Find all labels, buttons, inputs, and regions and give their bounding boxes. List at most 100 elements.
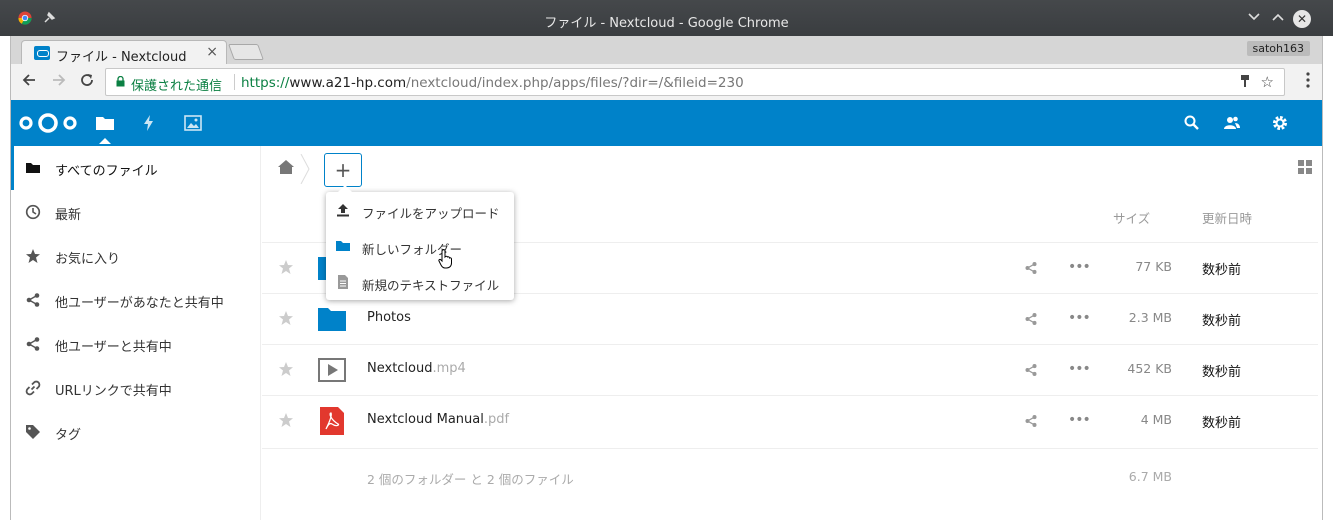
link-icon xyxy=(25,380,41,396)
file-size: 77 KB xyxy=(1135,259,1172,274)
grid-view-icon[interactable] xyxy=(1298,160,1312,174)
sidebar-item-shared-by-link[interactable]: URLリンクで共有中 xyxy=(11,366,261,410)
table-row[interactable]: Nextcloud Manual.pdf ••• 4 MB 数秒前 xyxy=(262,395,1318,446)
more-vertical-icon xyxy=(1306,72,1310,88)
url-path: /nextcloud/index.php/apps/files/?dir=/&f… xyxy=(406,75,744,91)
breadcrumb-separator xyxy=(300,154,310,184)
summary-total-size: 6.7 MB xyxy=(1128,469,1172,484)
file-size: 2.3 MB xyxy=(1128,310,1172,325)
sidebar-item-recent[interactable]: 最新 xyxy=(11,190,261,234)
address-bar[interactable]: 保護された通信 https://www.a21-hp.com/nextcloud… xyxy=(105,68,1285,96)
arrow-left-icon xyxy=(22,74,35,86)
files-main: + サイズ 更新日時 ••• 77 KB 数秒前 Photos ••• 2.3 … xyxy=(262,146,1322,520)
bookmark-star-icon[interactable]: ☆ xyxy=(1261,73,1274,91)
app-navigation: すべてのファイル 最新 お気に入り 他ユーザーがあなたと共有中 他ユーザーと共有… xyxy=(11,146,261,520)
share-icon[interactable] xyxy=(1024,414,1038,428)
browser-menu-button[interactable] xyxy=(1306,72,1310,92)
file-size: 4 MB xyxy=(1140,412,1172,427)
contacts-button[interactable] xyxy=(1223,114,1243,132)
favorite-star-icon[interactable] xyxy=(278,412,294,428)
window-titlebar: ファイル - Nextcloud - Google Chrome ✕ xyxy=(0,0,1333,36)
close-window-button[interactable]: ✕ xyxy=(1293,10,1311,28)
file-modified: 数秒前 xyxy=(1202,416,1242,431)
sidebar-item-all-files[interactable]: すべてのファイル xyxy=(11,146,261,190)
more-actions-icon[interactable]: ••• xyxy=(1068,361,1091,377)
menu-item-label: ファイルをアップロード xyxy=(362,206,500,221)
back-button[interactable] xyxy=(19,72,39,93)
nextcloud-logo[interactable] xyxy=(17,112,79,134)
activity-icon xyxy=(144,115,153,131)
gear-icon xyxy=(1273,116,1287,130)
more-actions-icon[interactable]: ••• xyxy=(1068,412,1091,428)
share-icon xyxy=(26,337,40,351)
activity-app-button[interactable] xyxy=(139,114,159,132)
url-text[interactable]: https://www.a21-hp.com/nextcloud/index.p… xyxy=(241,75,744,91)
reload-button[interactable] xyxy=(77,72,97,93)
sidebar-item-shared-with-others[interactable]: 他ユーザーと共有中 xyxy=(11,322,261,366)
table-row[interactable]: Nextcloud.mp4 ••• 452 KB 数秒前 xyxy=(262,344,1318,395)
sidebar-item-label: 他ユーザーと共有中 xyxy=(55,340,172,355)
sidebar-item-tags[interactable]: タグ xyxy=(11,410,261,454)
gallery-app-button[interactable] xyxy=(183,114,203,132)
sidebar-item-shared-with-you[interactable]: 他ユーザーがあなたと共有中 xyxy=(11,278,261,322)
chevron-up-icon xyxy=(1272,13,1284,21)
close-icon: ✕ xyxy=(1296,12,1308,26)
key-icon[interactable] xyxy=(1240,74,1250,92)
table-row[interactable]: Photos ••• 2.3 MB 数秒前 xyxy=(262,293,1318,344)
url-scheme: https:// xyxy=(241,75,290,91)
settings-button[interactable] xyxy=(1271,114,1291,132)
text-file-icon xyxy=(338,275,348,289)
reload-icon xyxy=(81,74,93,86)
more-actions-icon[interactable]: ••• xyxy=(1068,310,1091,326)
new-button[interactable]: + xyxy=(324,153,362,187)
file-modified: 数秒前 xyxy=(1202,263,1242,278)
more-actions-icon[interactable]: ••• xyxy=(1068,259,1091,275)
nextcloud-header xyxy=(11,100,1322,146)
sidebar-item-favorites[interactable]: お気に入り xyxy=(11,234,261,278)
file-name[interactable]: Nextcloud Manual.pdf xyxy=(367,412,509,427)
favorite-star-icon[interactable] xyxy=(278,310,294,326)
sidebar-item-label: URLリンクで共有中 xyxy=(55,384,172,399)
profile-button[interactable]: satoh163 xyxy=(1246,41,1310,56)
new-tab-button[interactable] xyxy=(228,44,264,60)
column-header-modified[interactable]: 更新日時 xyxy=(1202,208,1252,227)
tab-title: ファイル - Nextcloud xyxy=(56,50,187,65)
file-name[interactable]: Nextcloud.mp4 xyxy=(367,361,466,376)
file-size: 452 KB xyxy=(1127,361,1172,376)
browser-tab[interactable]: ファイル - Nextcloud × xyxy=(21,40,227,65)
favorite-star-icon[interactable] xyxy=(278,361,294,377)
gallery-icon xyxy=(184,115,202,131)
share-icon[interactable] xyxy=(1024,261,1038,275)
video-file-icon xyxy=(318,358,346,382)
menu-item-label: 新規のテキストファイル xyxy=(362,278,500,293)
home-icon[interactable] xyxy=(278,160,294,174)
tab-close-button[interactable]: × xyxy=(206,44,218,60)
favorite-star-icon[interactable] xyxy=(278,259,294,275)
window-title: ファイル - Nextcloud - Google Chrome xyxy=(544,16,789,31)
file-modified: 数秒前 xyxy=(1202,314,1242,329)
share-icon[interactable] xyxy=(1024,363,1038,377)
sidebar-item-label: 他ユーザーがあなたと共有中 xyxy=(55,296,224,311)
file-name[interactable]: Photos xyxy=(367,310,411,325)
pdf-file-icon xyxy=(320,407,344,435)
column-header-size[interactable]: サイズ xyxy=(1113,208,1150,227)
contacts-icon xyxy=(1224,116,1240,129)
folder-icon xyxy=(96,117,114,130)
menu-item-new-folder[interactable]: 新しいフォルダー xyxy=(326,228,514,264)
file-modified: 数秒前 xyxy=(1202,365,1242,380)
menu-item-new-text-file[interactable]: 新規のテキストファイル xyxy=(326,264,514,300)
star-icon xyxy=(26,249,40,263)
minimize-button[interactable] xyxy=(1246,10,1262,28)
secure-label: 保護された通信 xyxy=(131,79,223,94)
menu-item-upload[interactable]: ファイルをアップロード xyxy=(326,192,514,228)
forward-button[interactable] xyxy=(49,72,69,93)
files-app-button[interactable] xyxy=(95,114,115,144)
summary-text: 2 個のフォルダー と 2 個のファイル xyxy=(367,472,574,487)
page-content: すべてのファイル 最新 お気に入り 他ユーザーがあなたと共有中 他ユーザーと共有… xyxy=(10,100,1323,520)
tab-strip: ファイル - Nextcloud × satoh163 xyxy=(11,36,1322,65)
folder-icon xyxy=(26,163,40,173)
share-icon[interactable] xyxy=(1024,312,1038,326)
search-button[interactable] xyxy=(1183,114,1203,132)
sidebar-item-label: すべてのファイル xyxy=(55,164,158,179)
maximize-button[interactable] xyxy=(1270,10,1286,28)
